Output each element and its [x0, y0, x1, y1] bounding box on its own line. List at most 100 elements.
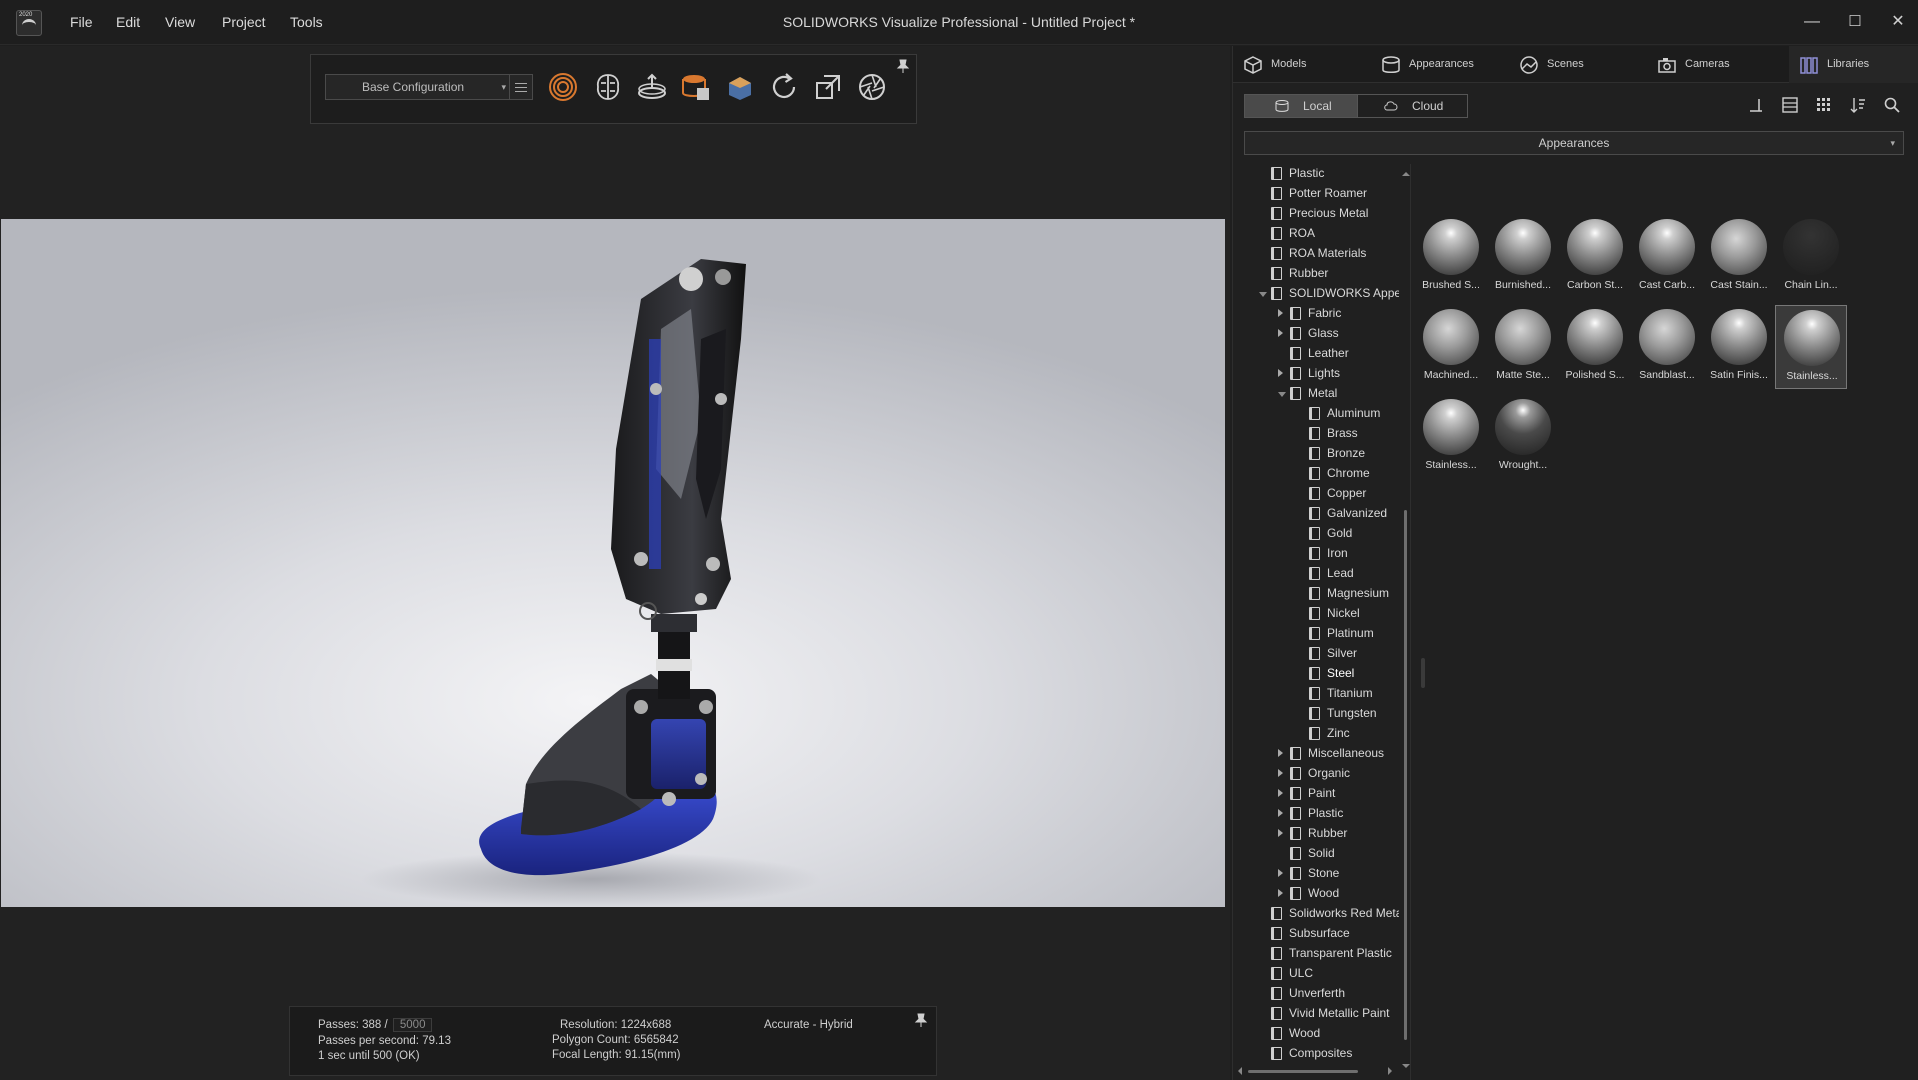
collapsed-arrow-icon[interactable] — [1278, 329, 1283, 337]
tree-item[interactable]: Paint — [1278, 784, 1399, 804]
tree-item[interactable]: Transparent Plastic — [1259, 944, 1399, 964]
search-icon[interactable] — [1883, 96, 1901, 114]
expanded-arrow-icon[interactable] — [1278, 392, 1286, 397]
close-button[interactable]: ✕ — [1878, 8, 1918, 36]
menu-project[interactable]: Project — [222, 14, 266, 30]
collapsed-arrow-icon[interactable] — [1278, 789, 1283, 797]
app-logo[interactable]: 2020 — [16, 10, 42, 36]
menu-edit[interactable]: Edit — [116, 14, 140, 30]
view-list-icon[interactable] — [1781, 96, 1799, 114]
appearance-thumbnail[interactable]: Machined... — [1415, 305, 1487, 389]
tree-item[interactable]: Iron — [1297, 544, 1399, 564]
render-mode-icon[interactable] — [547, 71, 579, 103]
configuration-list-button[interactable] — [509, 74, 533, 100]
tree-item[interactable]: Vivid Metallic Paint — [1259, 1004, 1399, 1024]
local-toggle[interactable]: Local — [1245, 95, 1357, 117]
appearance-thumbnail[interactable]: Sandblast... — [1631, 305, 1703, 389]
tree-item[interactable]: Chrome — [1297, 464, 1399, 484]
turntable-icon[interactable] — [636, 71, 668, 103]
scroll-left-icon[interactable] — [1236, 1067, 1244, 1075]
tree-item[interactable]: Steel — [1297, 664, 1399, 684]
expanded-arrow-icon[interactable] — [1259, 292, 1267, 297]
tree-item[interactable]: ROA Materials — [1259, 244, 1399, 264]
appearance-thumbnail[interactable]: Stainless... — [1775, 305, 1847, 389]
tree-item[interactable]: Titanium — [1297, 684, 1399, 704]
appearance-thumbnail[interactable]: Stainless... — [1415, 395, 1487, 479]
scale-object-icon[interactable] — [812, 71, 844, 103]
collapsed-arrow-icon[interactable] — [1278, 889, 1283, 897]
tree-item[interactable]: Aluminum — [1297, 404, 1399, 424]
appearance-thumbnail[interactable]: Chain Lin... — [1775, 215, 1847, 299]
scrollbar-thumb[interactable] — [1248, 1070, 1358, 1073]
collapsed-arrow-icon[interactable] — [1278, 869, 1283, 877]
tree-item[interactable]: Nickel — [1297, 604, 1399, 624]
appearance-thumbnail[interactable]: Burnished... — [1487, 215, 1559, 299]
appearance-thumbnail[interactable]: Carbon St... — [1559, 215, 1631, 299]
tree-horizontal-scrollbar[interactable] — [1236, 1066, 1404, 1076]
import-icon[interactable] — [1747, 96, 1765, 114]
tree-item[interactable]: ROA — [1259, 224, 1399, 244]
appearance-thumbnail[interactable]: Cast Stain... — [1703, 215, 1775, 299]
tree-item[interactable]: Lead — [1297, 564, 1399, 584]
tree-scrollbar[interactable] — [1402, 170, 1410, 1070]
scroll-up-icon[interactable] — [1402, 170, 1410, 178]
tree-item[interactable]: Precious Metal — [1259, 204, 1399, 224]
tree-item[interactable]: Rubber — [1278, 824, 1399, 844]
appearance-thumbnail[interactable]: Polished S... — [1559, 305, 1631, 389]
tab-scenes[interactable]: Scenes — [1519, 46, 1649, 83]
menu-tools[interactable]: Tools — [290, 14, 323, 30]
cloud-toggle[interactable]: Cloud — [1357, 95, 1467, 117]
refresh-icon[interactable] — [768, 71, 800, 103]
appearance-tool-icon[interactable] — [680, 71, 712, 103]
library-select[interactable]: Appearances ▾ — [1244, 131, 1904, 155]
pin-icon[interactable] — [914, 1013, 928, 1027]
tree-item[interactable]: Solidworks Red Metal — [1259, 904, 1399, 924]
tree-item[interactable]: Silver — [1297, 644, 1399, 664]
tree-item[interactable]: Fabric — [1278, 304, 1399, 324]
tree-item[interactable]: Rubber — [1259, 264, 1399, 284]
collapsed-arrow-icon[interactable] — [1278, 309, 1283, 317]
tree-item[interactable]: Brass — [1297, 424, 1399, 444]
passes-total-input[interactable]: 5000 — [392, 1018, 433, 1032]
tab-appearances[interactable]: Appearances — [1381, 46, 1511, 83]
tree-item[interactable]: Unverferth — [1259, 984, 1399, 1004]
tree-item[interactable]: Lights — [1278, 364, 1399, 384]
configuration-select[interactable]: Base Configuration ▾ — [325, 74, 515, 100]
tree-item[interactable]: Miscellaneous — [1278, 744, 1399, 764]
scene-object-icon[interactable] — [724, 71, 756, 103]
camera-aperture-icon[interactable] — [856, 71, 888, 103]
tree-item[interactable]: Plastic — [1278, 804, 1399, 824]
tree-item[interactable]: Tungsten — [1297, 704, 1399, 724]
tree-item[interactable]: Stone — [1278, 864, 1399, 884]
tree-item[interactable]: Leather — [1278, 344, 1399, 364]
tree-item[interactable]: Gold — [1297, 524, 1399, 544]
appearance-thumbnail[interactable]: Cast Carb... — [1631, 215, 1703, 299]
tree-item[interactable]: Bronze — [1297, 444, 1399, 464]
collapsed-arrow-icon[interactable] — [1278, 769, 1283, 777]
pin-icon[interactable] — [896, 59, 910, 73]
sort-icon[interactable] — [1849, 96, 1867, 114]
tree-item[interactable]: Metal — [1278, 384, 1399, 404]
tree-item[interactable]: Copper — [1297, 484, 1399, 504]
appearance-thumbnail[interactable]: Satin Finis... — [1703, 305, 1775, 389]
tree-item[interactable]: Potter Roamer — [1259, 184, 1399, 204]
tree-item[interactable]: Plastic — [1259, 164, 1399, 184]
tab-models[interactable]: Models — [1243, 46, 1373, 83]
tree-item[interactable]: Solid — [1278, 844, 1399, 864]
appearance-thumbnail[interactable]: Matte Ste... — [1487, 305, 1559, 389]
menu-view[interactable]: View — [165, 14, 195, 30]
tree-item[interactable]: Wood — [1278, 884, 1399, 904]
appearance-thumbnail[interactable]: Brushed S... — [1415, 215, 1487, 299]
tree-item[interactable]: Composites — [1259, 1044, 1399, 1064]
render-viewport[interactable] — [1, 219, 1225, 907]
panel-splitter[interactable] — [1421, 658, 1425, 688]
tree-item[interactable]: Subsurface — [1259, 924, 1399, 944]
menu-file[interactable]: File — [70, 14, 93, 30]
view-grid-icon[interactable] — [1815, 96, 1833, 114]
scroll-right-icon[interactable] — [1386, 1067, 1394, 1075]
minimize-button[interactable]: — — [1792, 8, 1832, 36]
collapsed-arrow-icon[interactable] — [1278, 809, 1283, 817]
collapsed-arrow-icon[interactable] — [1278, 749, 1283, 757]
collapsed-arrow-icon[interactable] — [1278, 369, 1283, 377]
tree-item[interactable]: ULC — [1259, 964, 1399, 984]
